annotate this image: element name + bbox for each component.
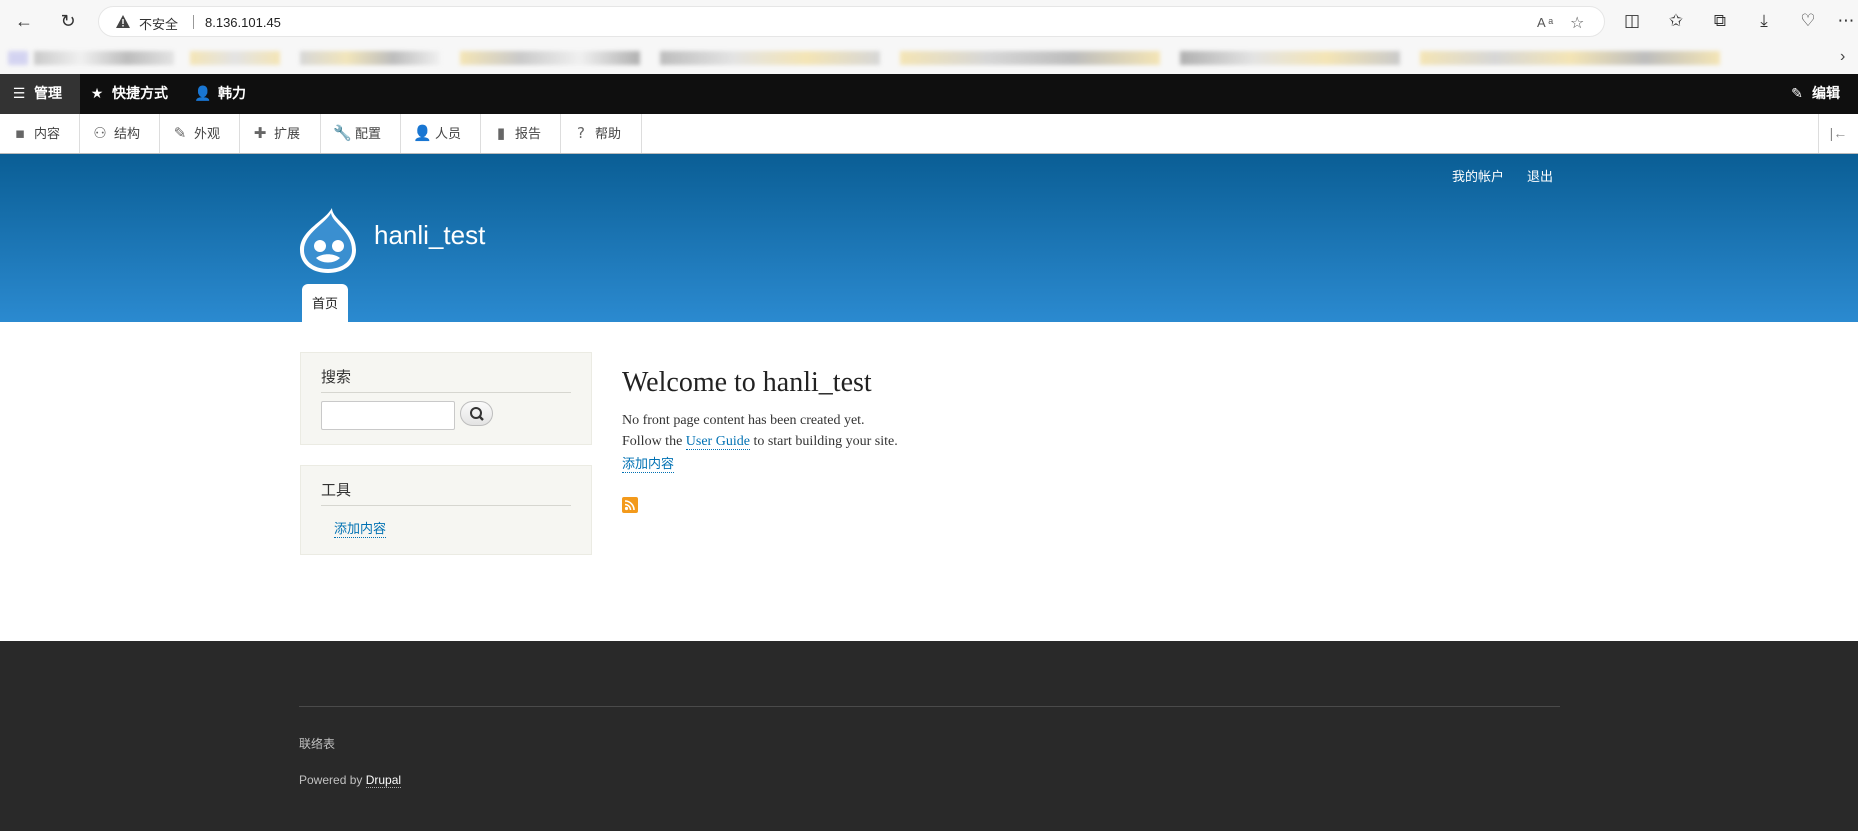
tray-orientation-toggle-icon[interactable]: |←	[1818, 114, 1858, 153]
drupal-link[interactable]: Drupal	[365, 773, 402, 788]
add-content-link[interactable]: 添加内容	[622, 453, 675, 473]
user-guide-link[interactable]: User Guide	[685, 434, 750, 450]
hamburger-icon: ☰	[12, 86, 26, 102]
my-account-link[interactable]: 我的帐户	[1452, 166, 1504, 185]
tray-item-appearance[interactable]: ✎ 外观	[160, 114, 240, 153]
blurred-bookmark[interactable]	[300, 51, 440, 65]
document-icon: ▪	[14, 124, 26, 142]
blurred-bookmark[interactable]	[660, 51, 880, 65]
insecure-label: 不安全	[139, 18, 179, 33]
wrench-icon: 🔧	[333, 124, 352, 142]
pencil-icon: ✎	[1791, 86, 1803, 102]
admin-tray: ▪ 内容 ⚇ 结构 ✎ 外观 ✚ 扩展 🔧 配置 👤 人员 ▮ 报告 ? 帮助 |←	[0, 114, 1858, 154]
warning-icon	[116, 15, 130, 28]
browser-health-icon[interactable]: ♡	[1797, 10, 1819, 32]
manage-menu[interactable]: ☰ 管理	[0, 74, 80, 114]
rss-glyph-icon	[624, 500, 635, 511]
help-icon: ?	[577, 124, 585, 142]
back-icon[interactable]: ←	[12, 9, 36, 33]
drupal-logo-icon[interactable]	[298, 206, 358, 274]
bookmarks-bar: ›	[0, 42, 1858, 74]
sitemap-icon: ⚇	[93, 124, 107, 142]
favorite-star-icon[interactable]: ☆	[1570, 13, 1584, 33]
blurred-bookmark[interactable]	[1180, 51, 1400, 65]
page-title: Welcome to hanli_test	[622, 367, 872, 398]
guide-text: Follow the User Guide to start building …	[622, 434, 898, 450]
address-bar[interactable]: 不安全 8.136.101.45 A ᵃ ☆	[98, 6, 1605, 37]
blurred-bookmark[interactable]	[1420, 51, 1720, 65]
reload-icon[interactable]: ↻	[56, 9, 80, 33]
guide-prefix: Follow the	[622, 434, 683, 449]
divider	[321, 505, 571, 506]
powered-by: Powered by Drupal	[299, 773, 402, 788]
tray-label: 内容	[34, 127, 61, 142]
downloads-icon[interactable]: ⤓	[1753, 10, 1775, 32]
tray-item-structure[interactable]: ⚇ 结构	[80, 114, 160, 153]
tray-label: 结构	[114, 127, 141, 142]
tools-block-title: 工具	[321, 481, 352, 499]
site-name[interactable]: hanli_test	[374, 220, 485, 251]
puzzle-icon: ✚	[253, 124, 267, 142]
browser-toolbar: ← ↻ 不安全 8.136.101.45 A ᵃ ☆ ◫ ✩ ⧉ ⤓ ♡ ⋯	[0, 0, 1858, 42]
tray-label: 帮助	[595, 127, 622, 142]
tray-item-help[interactable]: ? 帮助	[561, 114, 642, 153]
tools-block: 工具 添加内容	[300, 465, 592, 555]
shortcuts-label: 快捷方式	[112, 86, 168, 102]
search-block-title: 搜索	[321, 368, 352, 386]
contact-link[interactable]: 联络表	[299, 735, 335, 752]
url-text[interactable]: 8.136.101.45	[205, 15, 281, 30]
tray-item-reports[interactable]: ▮ 报告	[481, 114, 561, 153]
search-block: 搜索	[300, 352, 592, 445]
blurred-bookmark[interactable]	[460, 51, 640, 65]
tray-label: 外观	[194, 127, 221, 142]
tray-label: 扩展	[274, 127, 301, 142]
tray-label: 报告	[515, 127, 542, 142]
tray-item-extend[interactable]: ✚ 扩展	[240, 114, 321, 153]
rss-feed-icon[interactable]	[622, 497, 638, 513]
blurred-bookmark[interactable]	[8, 51, 28, 65]
no-content-text: No front page content has been created y…	[622, 413, 865, 428]
search-icon	[470, 407, 484, 421]
divider	[299, 706, 1560, 707]
manage-label: 管理	[34, 86, 62, 102]
user-menu[interactable]: 👤 韩力	[194, 74, 246, 114]
blurred-bookmark[interactable]	[900, 51, 1160, 65]
tray-item-content[interactable]: ▪ 内容	[0, 114, 80, 153]
shortcuts-menu[interactable]: ★ 快捷方式	[88, 74, 168, 114]
divider	[321, 392, 571, 393]
address-separator	[193, 15, 194, 29]
admin-toolbar: ☰ 管理 ★ 快捷方式 👤 韩力 ✎ 编辑	[0, 74, 1858, 114]
read-aloud-icon[interactable]: A ᵃ	[1537, 15, 1553, 30]
user-label: 韩力	[218, 86, 246, 102]
search-button[interactable]	[460, 401, 493, 426]
guide-suffix: to start building your site.	[753, 434, 898, 449]
edit-toggle[interactable]: ✎ 编辑	[1788, 74, 1840, 114]
powered-by-prefix: Powered by	[299, 773, 363, 787]
edit-label: 编辑	[1812, 86, 1840, 102]
tray-label: 人员	[435, 127, 462, 142]
bookmarks-overflow-icon[interactable]: ›	[1840, 48, 1845, 66]
people-icon: 👤	[413, 124, 432, 142]
favorites-icon[interactable]: ✩	[1665, 10, 1687, 32]
split-screen-icon[interactable]: ◫	[1621, 10, 1643, 32]
collections-icon[interactable]: ⧉	[1709, 10, 1731, 32]
add-content-link[interactable]: 添加内容	[334, 518, 387, 538]
site-header: 我的帐户 退出 hanli_test 首页	[0, 154, 1858, 322]
logout-link[interactable]: 退出	[1527, 166, 1553, 185]
user-icon: 👤	[194, 86, 212, 102]
tray-label: 配置	[355, 127, 382, 142]
search-input[interactable]	[321, 401, 455, 430]
tab-home[interactable]: 首页	[302, 284, 348, 322]
more-icon[interactable]: ⋯	[1836, 10, 1856, 32]
blurred-bookmark[interactable]	[190, 51, 280, 65]
bar-chart-icon: ▮	[496, 124, 506, 142]
tray-item-people[interactable]: 👤 人员	[401, 114, 481, 153]
site-footer: 联络表 Powered by Drupal	[0, 641, 1858, 831]
star-icon: ★	[90, 86, 104, 102]
blurred-bookmark[interactable]	[34, 51, 174, 65]
tray-item-configuration[interactable]: 🔧 配置	[321, 114, 401, 153]
paintbrush-icon: ✎	[173, 124, 187, 142]
